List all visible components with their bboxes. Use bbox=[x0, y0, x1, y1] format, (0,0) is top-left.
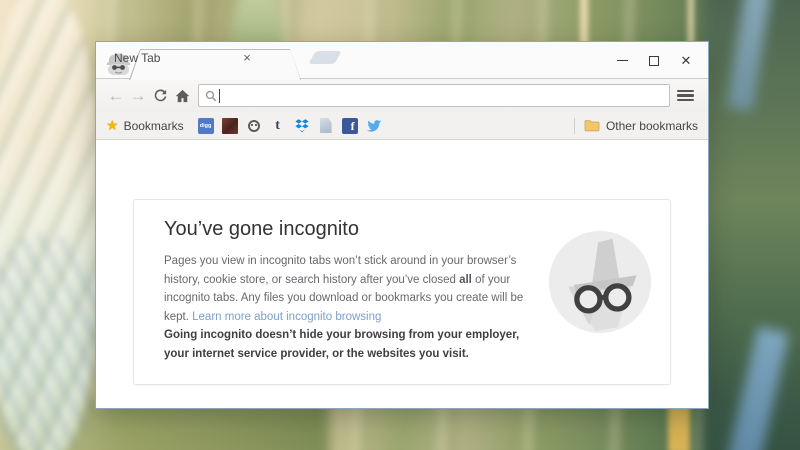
incognito-card: You’ve gone incognito Pages you view in … bbox=[133, 199, 671, 385]
dropbox-favicon[interactable] bbox=[294, 118, 310, 134]
twitter-favicon[interactable] bbox=[366, 118, 382, 134]
gray-logo-favicon[interactable] bbox=[246, 118, 262, 134]
home-icon bbox=[175, 89, 190, 103]
other-bookmarks-button[interactable]: Other bookmarks bbox=[606, 119, 698, 133]
wheat-ear-left bbox=[0, 0, 102, 450]
bookmarks-folder[interactable]: Bookmarks bbox=[124, 119, 184, 133]
close-button[interactable]: ✕ bbox=[670, 47, 702, 75]
close-icon: ✕ bbox=[681, 54, 692, 67]
new-tab-button[interactable] bbox=[308, 51, 342, 64]
window-controls: ✕ bbox=[606, 42, 702, 79]
title-bar: New Tab × ✕ bbox=[96, 42, 708, 79]
search-icon bbox=[205, 90, 217, 102]
dropbox-icon bbox=[294, 118, 310, 134]
incognito-warning: Going incognito doesn’t hide your browsi… bbox=[164, 326, 524, 363]
learn-more-link[interactable]: Learn more about incognito browsing bbox=[192, 311, 381, 323]
folder-icon bbox=[584, 119, 600, 132]
back-button[interactable]: ← bbox=[105, 86, 127, 106]
tab-close-icon[interactable]: × bbox=[238, 49, 256, 67]
minimize-icon bbox=[617, 60, 628, 61]
twitter-bird-icon bbox=[366, 118, 382, 134]
incognito-description: Pages you view in incognito tabs won’t s… bbox=[164, 252, 524, 327]
forward-button[interactable]: → bbox=[127, 86, 149, 106]
tab-title: New Tab bbox=[114, 51, 160, 65]
wheat-stem bbox=[668, 402, 690, 450]
incognito-illustration-icon bbox=[547, 229, 653, 335]
chrome-menu-button[interactable] bbox=[677, 87, 699, 105]
wheat-stem bbox=[580, 0, 588, 47]
page-title: You’ve gone incognito bbox=[164, 218, 359, 241]
browser-window: New Tab × ✕ ← → bbox=[95, 41, 709, 409]
menu-icon bbox=[677, 90, 694, 93]
url-input[interactable] bbox=[220, 86, 663, 105]
bookmarks-separator bbox=[574, 118, 575, 134]
bold-all: all bbox=[459, 274, 472, 286]
bookmarks-star-icon: ★ bbox=[106, 117, 119, 134]
document-favicon[interactable] bbox=[320, 118, 332, 133]
wheat-stem bbox=[688, 0, 694, 45]
maximize-icon bbox=[649, 56, 659, 66]
facebook-favicon[interactable]: f bbox=[342, 118, 358, 134]
reload-button[interactable] bbox=[149, 88, 171, 104]
home-button[interactable] bbox=[171, 88, 193, 104]
minimize-button[interactable] bbox=[606, 47, 638, 75]
digg-favicon[interactable]: digg bbox=[198, 118, 214, 134]
bookmarks-bar: ★ Bookmarks digg t f Other bookmarks bbox=[96, 112, 708, 140]
maximize-button[interactable] bbox=[638, 47, 670, 75]
address-bar[interactable] bbox=[198, 84, 670, 107]
tumblr-favicon[interactable]: t bbox=[270, 118, 286, 134]
reload-icon bbox=[153, 88, 168, 103]
navigation-bar: ← → bbox=[96, 79, 708, 112]
photo-thumbnail-favicon[interactable] bbox=[222, 118, 238, 134]
incognito-page: You’ve gone incognito Pages you view in … bbox=[96, 140, 708, 408]
